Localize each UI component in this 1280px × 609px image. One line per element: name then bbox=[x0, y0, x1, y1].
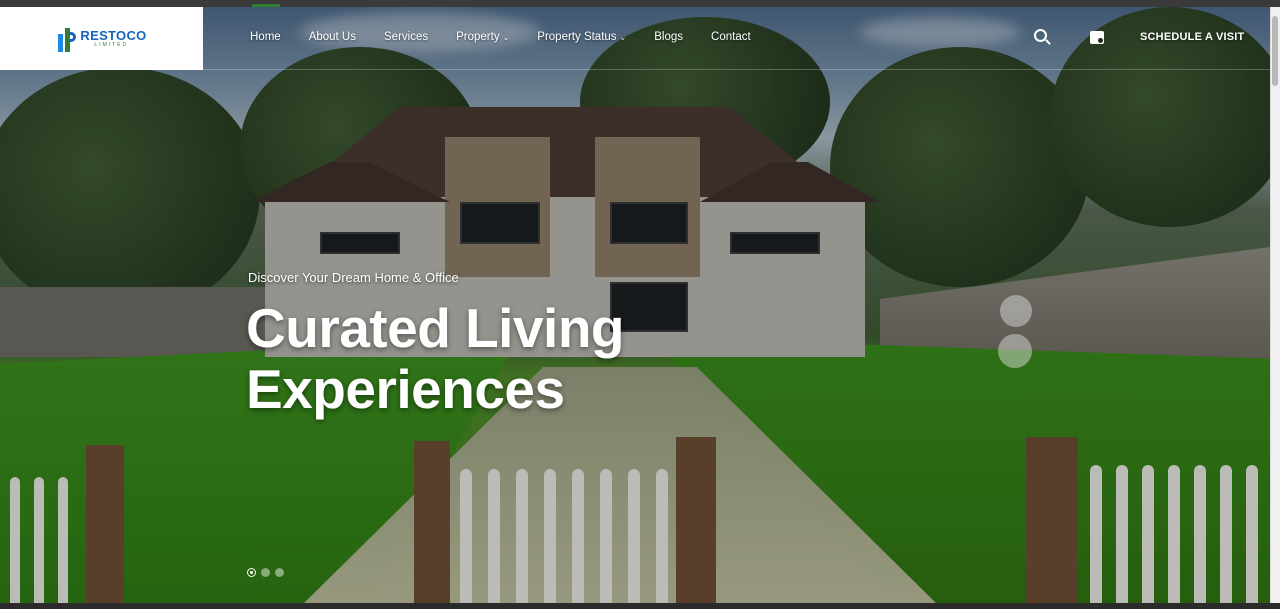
slider-arrow-down[interactable] bbox=[998, 334, 1032, 368]
nav-property-status[interactable]: Property Status ⌄ bbox=[537, 31, 626, 43]
brand-subtitle: LIMITED bbox=[94, 42, 129, 48]
hero-title-line-1: Curated Living bbox=[246, 297, 625, 359]
hero-title: Curated Living Experiences bbox=[246, 298, 726, 420]
slider-dot-1[interactable] bbox=[247, 568, 256, 577]
browser-bottom-bar bbox=[0, 603, 1280, 609]
header-divider bbox=[203, 69, 1270, 70]
nav-blogs[interactable]: Blogs bbox=[654, 31, 683, 43]
main-navigation: Home About Us Services Property ⌄ Propert… bbox=[236, 31, 765, 43]
schedule-visit-button[interactable]: SCHEDULE A VISIT bbox=[1140, 31, 1244, 43]
site-logo[interactable]: RESTOCO LIMITED bbox=[0, 7, 203, 70]
brand-name: RESTOCO bbox=[80, 28, 147, 43]
nav-property[interactable]: Property ⌄ bbox=[456, 31, 509, 43]
browser-top-bar bbox=[0, 0, 1280, 7]
hero-kicker: Discover Your Dream Home & Office bbox=[248, 270, 459, 285]
nav-about-us[interactable]: About Us bbox=[309, 31, 356, 43]
chevron-down-icon: ⌄ bbox=[502, 32, 510, 42]
slider-pagination bbox=[247, 568, 284, 577]
scrollbar-thumb[interactable] bbox=[1272, 16, 1278, 86]
chevron-down-icon: ⌄ bbox=[619, 32, 627, 42]
search-icon[interactable] bbox=[1033, 28, 1051, 46]
logo-mark-icon bbox=[56, 26, 77, 52]
nav-home[interactable]: Home bbox=[250, 31, 281, 43]
nav-contact[interactable]: Contact bbox=[711, 31, 751, 43]
slider-dot-2[interactable] bbox=[261, 568, 270, 577]
calendar-icon[interactable] bbox=[1089, 28, 1107, 46]
slider-dot-3[interactable] bbox=[275, 568, 284, 577]
hero-title-line-2: Experiences bbox=[246, 358, 565, 420]
nav-services[interactable]: Services bbox=[384, 31, 428, 43]
slider-arrow-up[interactable] bbox=[1000, 295, 1032, 327]
page-scrollbar[interactable] bbox=[1270, 7, 1280, 603]
